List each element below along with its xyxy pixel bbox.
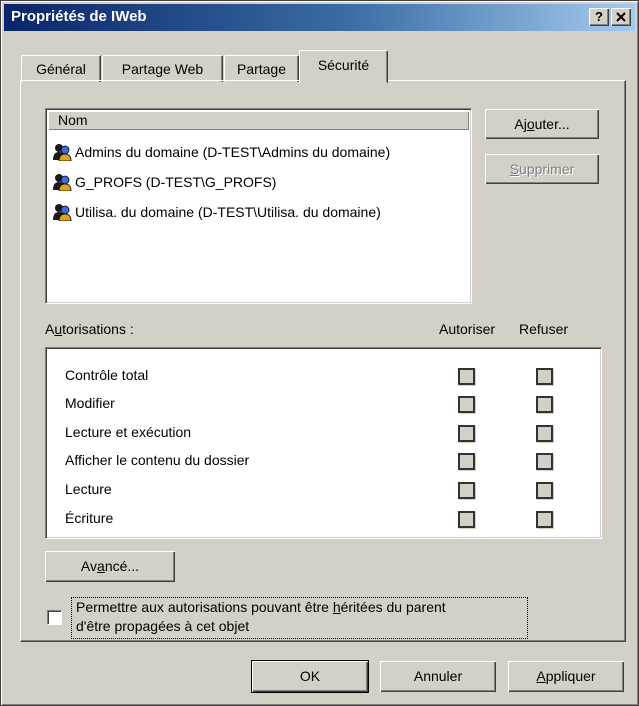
tab-partage-web[interactable]: Partage Web: [102, 55, 223, 82]
deny-checkbox[interactable]: [536, 511, 553, 528]
allow-checkbox[interactable]: [458, 396, 475, 413]
list-item[interactable]: G_PROFS (D-TEST\G_PROFS): [52, 170, 276, 194]
allow-checkbox[interactable]: [458, 368, 475, 385]
apply-button-label: Appliquer: [536, 668, 596, 684]
permission-name: Lecture: [65, 481, 112, 497]
remove-button[interactable]: Supprimer: [485, 154, 599, 184]
title-bar[interactable]: Propriétés de IWeb ?: [4, 4, 635, 31]
deny-checkbox[interactable]: [536, 482, 553, 499]
ok-button[interactable]: OK: [251, 660, 369, 693]
inherit-label-line2: d'être propagées à cet objet: [76, 618, 250, 634]
cancel-button[interactable]: Annuler: [380, 661, 496, 692]
users-list-header[interactable]: Nom: [48, 111, 469, 130]
user-name: G_PROFS (D-TEST\G_PROFS): [75, 174, 277, 190]
allow-checkbox[interactable]: [458, 453, 475, 470]
window-title: Propriétés de IWeb: [11, 8, 147, 25]
tab-securite[interactable]: Sécurité: [299, 50, 388, 84]
permission-name: Modifier: [65, 395, 115, 411]
advanced-button[interactable]: Avancé...: [45, 551, 175, 582]
allow-checkbox[interactable]: [458, 511, 475, 528]
user-group-icon: [53, 204, 72, 222]
deny-checkbox[interactable]: [536, 425, 553, 442]
deny-checkbox[interactable]: [536, 453, 553, 470]
inherit-label[interactable]: Permettre aux autorisations pouvant être…: [71, 597, 528, 639]
advanced-button-label: Avancé...: [80, 558, 140, 574]
remove-button-label: Supprimer: [509, 161, 575, 177]
permissions-label: Autorisations :: [45, 321, 134, 337]
add-button[interactable]: Ajouter...: [485, 109, 599, 139]
allow-checkbox[interactable]: [458, 482, 475, 499]
tab-partage[interactable]: Partage: [224, 55, 299, 82]
tab-general[interactable]: Général: [21, 55, 101, 82]
close-icon: [616, 12, 626, 22]
user-group-icon: [53, 144, 72, 162]
permission-name: Contrôle total: [65, 367, 149, 383]
properties-dialog: Propriétés de IWeb ? Général Partage Web…: [0, 0, 639, 706]
list-item[interactable]: Admins du domaine (D-TEST\Admins du doma…: [52, 140, 390, 164]
deny-checkbox[interactable]: [536, 368, 553, 385]
deny-column-header: Refuser: [519, 321, 569, 337]
list-item[interactable]: Utilisa. du domaine (D-TEST\Utilisa. du …: [52, 200, 381, 224]
close-button[interactable]: [611, 8, 631, 26]
permission-name: Afficher le contenu du dossier: [65, 452, 250, 468]
column-header-nom: Nom: [58, 112, 88, 128]
tab-general-label: Général: [36, 61, 86, 77]
allow-checkbox[interactable]: [458, 425, 475, 442]
tab-partage-label: Partage: [236, 61, 287, 77]
inherit-label-line1: Permettre aux autorisations pouvant être…: [76, 599, 446, 615]
allow-column-header: Autoriser: [439, 321, 496, 337]
deny-checkbox[interactable]: [536, 396, 553, 413]
tab-securite-label: Sécurité: [317, 57, 370, 73]
permission-name: Écriture: [65, 510, 114, 526]
user-group-icon: [53, 174, 72, 192]
user-name: Admins du domaine (D-TEST\Admins du doma…: [75, 144, 391, 160]
permission-name: Lecture et exécution: [65, 424, 192, 440]
tab-partage-web-label: Partage Web: [121, 61, 204, 77]
add-button-label: Ajouter...: [514, 116, 570, 132]
inherit-checkbox[interactable]: [47, 610, 62, 625]
permissions-list[interactable]: Contrôle total Modifier Lecture et exécu…: [45, 347, 602, 539]
apply-button[interactable]: Appliquer: [508, 661, 624, 692]
help-button[interactable]: ?: [589, 8, 609, 26]
users-list[interactable]: Nom Admins du domaine (D-TEST\Admins du …: [45, 108, 472, 304]
user-name: Utilisa. du domaine (D-TEST\Utilisa. du …: [75, 204, 381, 220]
